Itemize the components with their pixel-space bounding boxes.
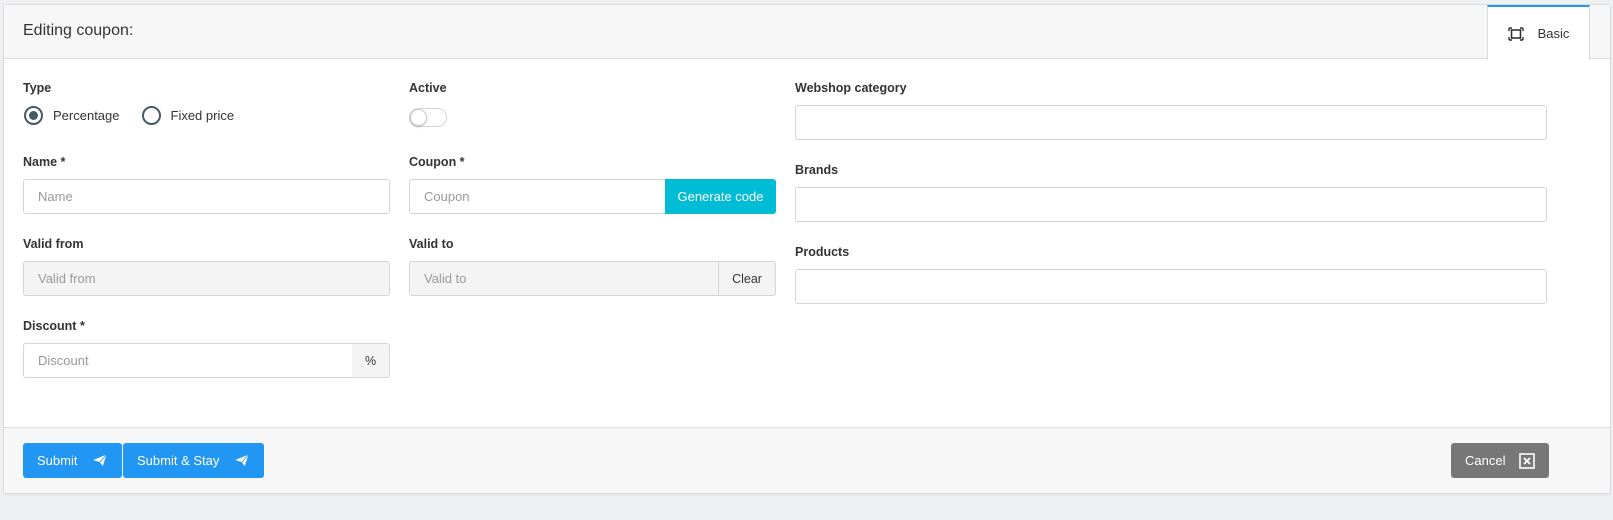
radio-percentage[interactable]: Percentage [24,106,120,125]
percent-addon: % [352,343,390,378]
active-label: Active [409,81,447,95]
cancel-button-label: Cancel [1465,453,1506,468]
expand-icon [1507,26,1524,41]
page-title: Editing coupon: [23,22,134,39]
brands-label: Brands [795,163,839,177]
submit-and-stay-button[interactable]: Submit & Stay [123,443,265,478]
generate-code-button[interactable]: Generate code [665,179,776,214]
valid-to-label: Valid to [409,237,454,251]
paper-plane-icon [91,453,109,468]
coupon-input[interactable] [409,179,666,214]
coupon-edit-card: Editing coupon: Basic Type Percentage Fi… [3,4,1611,494]
discount-label: Discount * [23,319,85,333]
radio-fixed-price-label: Fixed price [170,108,235,123]
name-input[interactable] [23,179,390,214]
card-footer: Submit Submit & Stay Cancel [4,427,1610,493]
type-radio-group: Percentage Fixed price [24,106,256,125]
brands-input[interactable] [795,187,1547,222]
clear-date-button[interactable]: Clear [719,261,776,296]
close-box-icon [1519,452,1536,469]
type-label: Type [23,81,52,95]
discount-input[interactable] [23,343,353,378]
active-toggle[interactable] [409,108,447,127]
products-label: Products [795,245,850,259]
submit-button[interactable]: Submit [23,443,123,478]
cancel-button[interactable]: Cancel [1451,443,1550,478]
paper-plane-icon [233,453,251,468]
radio-fixed-price[interactable]: Fixed price [141,106,235,125]
webshop-category-label: Webshop category [795,81,907,95]
submit-and-stay-button-label: Submit & Stay [137,453,220,468]
tab-basic-label: Basic [1537,26,1570,41]
webshop-category-input[interactable] [795,105,1547,140]
submit-button-label: Submit [37,453,78,468]
coupon-label: Coupon * [409,155,465,169]
active-toggle-knob [410,109,427,126]
valid-from-input[interactable] [23,261,390,296]
valid-to-input[interactable] [409,261,719,296]
tab-basic[interactable]: Basic [1487,5,1590,60]
card-header: Editing coupon: Basic [4,5,1610,60]
radio-percentage-label: Percentage [53,108,120,123]
valid-from-label: Valid from [23,237,84,251]
products-input[interactable] [795,269,1547,304]
name-label: Name * [23,155,66,169]
radio-percentage-indicator[interactable] [24,106,43,125]
radio-fixed-price-indicator[interactable] [141,106,161,125]
